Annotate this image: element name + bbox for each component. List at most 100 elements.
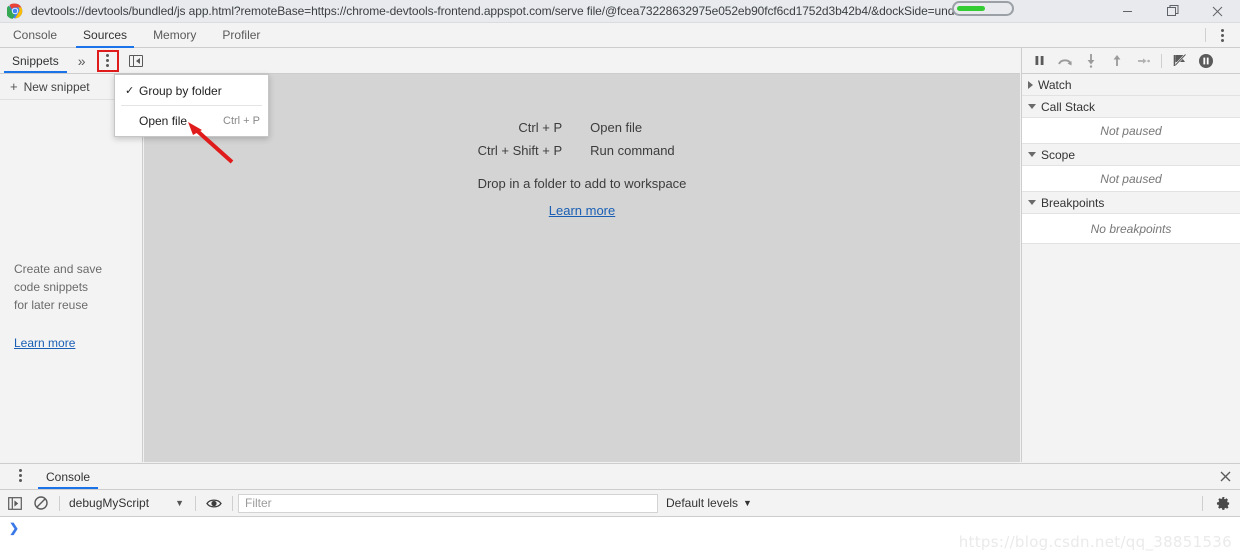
section-title-call-stack: Call Stack bbox=[1041, 99, 1096, 114]
debugger-sidebar: Watch Call Stack Not paused Scope Not pa… bbox=[1021, 48, 1240, 462]
more-vertical-icon[interactable] bbox=[10, 464, 30, 486]
tab-console[interactable]: Console bbox=[0, 23, 70, 47]
navigator-empty-state: Create and save code snippets for later … bbox=[0, 260, 142, 352]
chevron-down-icon: ▼ bbox=[175, 498, 184, 508]
pause-icon[interactable] bbox=[1026, 48, 1052, 74]
chevron-down-icon bbox=[1028, 200, 1036, 205]
sub-tab-snippets[interactable]: Snippets bbox=[0, 48, 71, 73]
console-prompt-icon: ❯ bbox=[9, 521, 20, 535]
pause-on-exceptions-icon[interactable] bbox=[1193, 48, 1219, 74]
more-vertical-icon[interactable] bbox=[1212, 24, 1232, 46]
check-icon: ✓ bbox=[125, 85, 135, 97]
close-icon[interactable] bbox=[1210, 464, 1240, 489]
shortcuts-block: Ctrl + P Open file Ctrl + Shift + P Run … bbox=[478, 116, 687, 218]
shortcut-description: Open file bbox=[590, 120, 643, 135]
section-header-scope[interactable]: Scope bbox=[1022, 144, 1240, 166]
breakpoints-body: No breakpoints bbox=[1022, 214, 1240, 244]
call-stack-body: Not paused bbox=[1022, 118, 1240, 144]
navigator-learn-more-link[interactable]: Learn more bbox=[14, 334, 128, 352]
log-levels-selector[interactable]: Default levels ▼ bbox=[666, 496, 752, 510]
execution-context-value: debugMyScript bbox=[69, 496, 150, 510]
window-titlebar: devtools://devtools/bundled/js app.html?… bbox=[0, 0, 1240, 23]
gear-icon[interactable] bbox=[1208, 490, 1238, 516]
chevron-down-icon bbox=[1028, 104, 1036, 109]
console-filter-input[interactable]: Filter bbox=[238, 493, 658, 513]
green-pill-annotation bbox=[952, 1, 1014, 16]
clear-console-icon[interactable] bbox=[28, 490, 54, 516]
drop-folder-hint: Drop in a folder to add to workspace bbox=[477, 176, 687, 191]
divider bbox=[195, 495, 196, 511]
restore-icon[interactable] bbox=[1150, 0, 1195, 23]
divider bbox=[232, 495, 233, 511]
editor-learn-more-link[interactable]: Learn more bbox=[549, 203, 615, 218]
context-menu-item-group-by-folder[interactable]: ✓ Group by folder bbox=[115, 77, 268, 104]
editor-learn-more: Learn more bbox=[478, 203, 687, 218]
tab-sources-label: Sources bbox=[83, 28, 128, 42]
section-header-call-stack[interactable]: Call Stack bbox=[1022, 96, 1240, 118]
drawer-tabstrip: Console bbox=[0, 463, 1240, 490]
empty-line-2: code snippets bbox=[14, 280, 89, 294]
sub-tab-snippets-label: Snippets bbox=[12, 53, 59, 68]
shortcut-keys: Ctrl + Shift + P bbox=[477, 143, 563, 158]
shortcuts-table: Ctrl + P Open file Ctrl + Shift + P Run … bbox=[478, 116, 675, 162]
divider bbox=[1202, 495, 1203, 511]
context-menu-divider bbox=[121, 105, 262, 106]
red-arrow-annotation bbox=[188, 122, 234, 164]
empty-line-3: for later reuse bbox=[14, 298, 89, 312]
step-over-icon[interactable] bbox=[1052, 48, 1078, 74]
step-into-icon[interactable] bbox=[1078, 48, 1104, 74]
shortcut-row: Ctrl + P Open file bbox=[478, 116, 675, 139]
section-title-scope: Scope bbox=[1041, 147, 1076, 162]
console-toolbar: debugMyScript ▼ Filter Default levels ▼ bbox=[0, 490, 1240, 517]
step-icon[interactable] bbox=[1130, 48, 1156, 74]
tab-memory[interactable]: Memory bbox=[140, 23, 209, 47]
log-levels-label: Default levels bbox=[666, 496, 739, 510]
shortcut-keys: Ctrl + P bbox=[518, 120, 563, 135]
deactivate-breakpoints-icon[interactable] bbox=[1167, 48, 1193, 74]
section-header-breakpoints[interactable]: Breakpoints bbox=[1022, 192, 1240, 214]
tab-profiler-label: Profiler bbox=[222, 28, 261, 42]
scope-body: Not paused bbox=[1022, 166, 1240, 192]
tabstrip-right-controls bbox=[1199, 23, 1240, 47]
tab-memory-label: Memory bbox=[153, 28, 197, 42]
tab-sources[interactable]: Sources bbox=[70, 23, 140, 48]
step-out-icon[interactable] bbox=[1104, 48, 1130, 74]
chevron-right-icon bbox=[1028, 80, 1033, 89]
section-title-watch: Watch bbox=[1038, 77, 1072, 92]
watermark: https://blog.csdn.net/qq_38851536 bbox=[958, 533, 1232, 551]
section-title-breakpoints: Breakpoints bbox=[1041, 195, 1105, 210]
console-filter-placeholder: Filter bbox=[245, 496, 272, 510]
sources-panel-toolbar: Snippets » bbox=[0, 48, 1020, 74]
debugger-toolbar bbox=[1022, 48, 1240, 74]
chrome-logo-icon bbox=[7, 3, 23, 19]
more-vertical-icon[interactable] bbox=[96, 49, 119, 72]
window-title: devtools://devtools/bundled/js app.html?… bbox=[31, 4, 986, 18]
shortcut-row: Ctrl + Shift + P Run command bbox=[478, 139, 675, 162]
live-expression-icon[interactable] bbox=[201, 490, 227, 516]
toggle-navigator-icon[interactable] bbox=[123, 48, 149, 74]
context-menu-item-label: Group by folder bbox=[139, 83, 222, 98]
empty-line-1: Create and save bbox=[14, 262, 103, 276]
divider bbox=[59, 495, 60, 511]
show-console-sidebar-icon[interactable] bbox=[2, 490, 28, 516]
editor-placeholder: Ctrl + P Open file Ctrl + Shift + P Run … bbox=[144, 74, 1020, 462]
drawer-tab-console[interactable]: Console bbox=[34, 464, 102, 489]
divider bbox=[1205, 28, 1206, 42]
new-snippet-label: New snippet bbox=[23, 79, 90, 94]
more-tabs-icon[interactable]: » bbox=[71, 48, 93, 73]
plus-icon: + bbox=[10, 79, 18, 94]
window-controls bbox=[1105, 0, 1240, 23]
execution-context-selector[interactable]: debugMyScript ▼ bbox=[65, 493, 190, 513]
shortcut-description: Run command bbox=[590, 143, 675, 158]
devtools-tabstrip: Console Sources Memory Profiler bbox=[0, 23, 1240, 48]
divider bbox=[1161, 53, 1162, 68]
drawer-spacer bbox=[102, 464, 1210, 489]
minimize-icon[interactable] bbox=[1105, 0, 1150, 23]
tabstrip-spacer bbox=[273, 23, 1199, 47]
tab-profiler[interactable]: Profiler bbox=[209, 23, 273, 47]
chevron-down-icon bbox=[1028, 152, 1036, 157]
close-icon[interactable] bbox=[1195, 0, 1240, 23]
chevron-down-icon: ▼ bbox=[743, 498, 752, 508]
more-tabs-label: » bbox=[77, 52, 86, 69]
section-header-watch[interactable]: Watch bbox=[1022, 74, 1240, 96]
